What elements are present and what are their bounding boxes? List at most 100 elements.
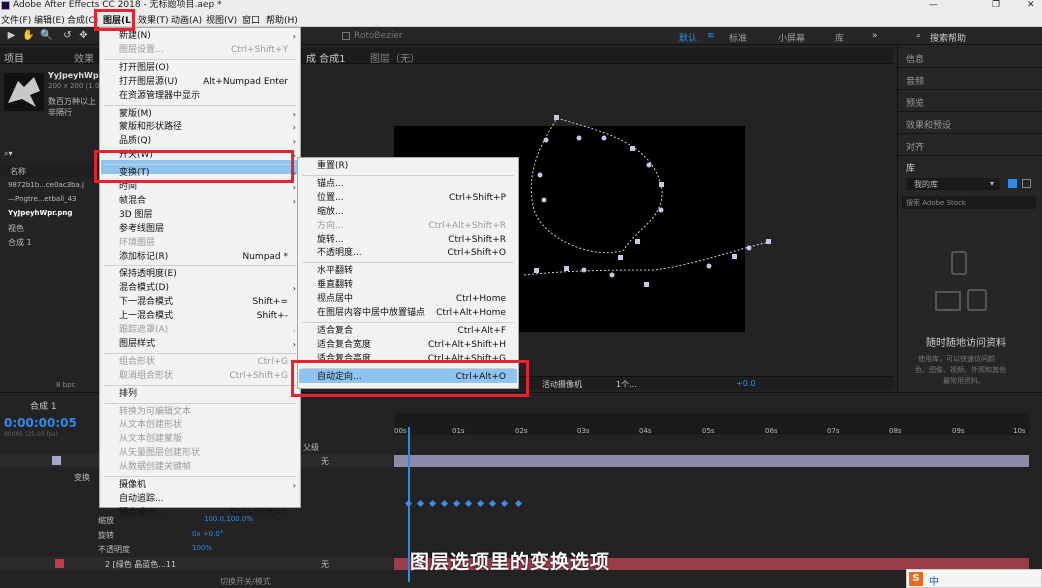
transform-menu-item-10[interactable]: 在图层内容中居中放置锚点 Ctrl+Alt+Home (298, 307, 518, 320)
layer-menu-item-29[interactable]: 从数据创建关键帧 (100, 461, 300, 474)
transform-menu-item-14[interactable]: 自动定向... Ctrl+Alt+O (298, 371, 518, 384)
prop-opacity-value[interactable]: 100% (192, 544, 212, 552)
layer-menu-item-16[interactable]: 保持透明度(E) (100, 268, 300, 281)
camera-select[interactable]: 活动摄像机 (542, 379, 582, 390)
workspace-standard[interactable]: 标准 (729, 31, 747, 44)
transform-menu-item-13[interactable]: 适合复合高度 Ctrl+Alt+Shift+G (298, 353, 518, 366)
transform-menu-item-1[interactable]: 锚点... (298, 178, 518, 191)
selection-tool-icon[interactable]: ▶ (6, 30, 17, 41)
transform-menu-item-11[interactable]: 适合复合 Ctrl+Alt+F (298, 325, 518, 338)
layer-parent-select[interactable]: 无 (321, 456, 329, 467)
list-view-icon[interactable] (1022, 179, 1031, 188)
project-item-file-1[interactable]: 9872b1b...ce0ac3ba.j (8, 181, 84, 189)
layer-menu-item-3[interactable]: 打开图层源(U) Alt+Numpad Enter (100, 76, 300, 89)
layer-menu-item-23[interactable]: 取消组合形状 Ctrl+Shift+G (100, 370, 300, 383)
bit-depth-label[interactable]: 8 bpc (56, 381, 75, 389)
panel-library[interactable]: 库 (906, 161, 915, 174)
menu-window[interactable]: 窗口 (242, 13, 260, 26)
layer-menu-item-13[interactable]: 参考线图层 (100, 223, 300, 236)
prop-rotation-value[interactable]: 0x +0.0° (192, 530, 223, 538)
close-icon[interactable]: ✕ (1027, 0, 1035, 11)
menu-animation[interactable]: 动画(A) (171, 13, 202, 26)
project-search-icon[interactable]: ⌕▾ (4, 149, 13, 159)
zoom-tool-icon[interactable]: 🔍 (40, 30, 52, 41)
transform-menu-item-12[interactable]: 适合复合宽度 Ctrl+Alt+Shift+H (298, 339, 518, 352)
layer-menu-item-24[interactable]: 排列 › (100, 388, 300, 401)
layer-menu-item-7[interactable]: 品质(Q) › (100, 135, 300, 148)
search-help-input[interactable]: 搜索帮助 (930, 31, 966, 44)
layer-menu-item-28[interactable]: 从矢量图层创建形状 (100, 447, 300, 460)
layer-menu-item-26[interactable]: 从文本创建形状 (100, 419, 300, 432)
rotobezier-checkbox[interactable] (342, 32, 350, 40)
transform-menu-item-7[interactable]: 水平翻转 (298, 265, 518, 278)
panel-info[interactable]: 信息 (906, 52, 924, 65)
transform-menu-item-2[interactable]: 位置... Ctrl+Shift+P (298, 192, 518, 205)
layer-2-name[interactable]: 2 [绿色 晶蓝色...11 (105, 559, 176, 570)
workspace-library[interactable]: 库 (835, 31, 844, 44)
anchor-tool-icon[interactable]: ✥ (78, 30, 89, 41)
transform-menu-item-9[interactable]: 视点居中 Ctrl+Home (298, 293, 518, 306)
layer-row-2[interactable]: 2 [绿色 晶蓝色...11 无 (0, 557, 393, 570)
time-ruler[interactable]: 00s 01s 02s 03s 04s 05s 06s 07s 08s 09s … (394, 413, 1029, 435)
rotate-tool-icon[interactable]: ↺ (62, 30, 73, 41)
layer-menu-item-18[interactable]: 下一混合模式 Shift+= (100, 296, 300, 309)
layer-menu-item-31[interactable]: 自动追踪... (100, 493, 300, 506)
tab-timeline-comp[interactable]: 合成 1 (30, 399, 57, 412)
view-count-select[interactable]: 1个... (616, 379, 637, 390)
current-timecode[interactable]: 0:00:00:05 (4, 416, 77, 430)
layer-menu-item-22[interactable]: 组合形状 Ctrl+G (100, 356, 300, 369)
maximize-icon[interactable]: ❐ (992, 0, 1000, 11)
layer-menu-item-0[interactable]: 新建(N) › (100, 30, 300, 43)
layer-menu-item-30[interactable]: 摄像机 › (100, 479, 300, 492)
layer-menu-item-4[interactable]: 在资源管理器中显示 (100, 90, 300, 103)
layer-menu-item-1[interactable]: 图层设置... Ctrl+Shift+Y (100, 44, 300, 57)
layer-menu-item-11[interactable]: 帧混合 › (100, 195, 300, 208)
transform-menu-item-4[interactable]: 方向... Ctrl+Alt+Shift+R (298, 220, 518, 233)
transform-group[interactable]: 变换 (74, 472, 90, 483)
stock-search-input[interactable]: 搜索 Adobe Stock (902, 196, 1036, 209)
layer-menu-item-25[interactable]: 转换为可编辑文本 (100, 406, 300, 419)
layer-menu-item-5[interactable]: 蒙版(M) › (100, 108, 300, 121)
layer-menu-item-9[interactable]: 变换(T) › (100, 167, 300, 180)
layer-menu-item-15[interactable]: 添加标记(R) Numpad * (100, 251, 300, 264)
layer-menu-item-17[interactable]: 混合模式(D) › (100, 282, 300, 295)
minimize-icon[interactable]: — (929, 0, 938, 11)
transform-menu-item-8[interactable]: 垂直翻转 (298, 279, 518, 292)
ime-mode[interactable]: 中 (929, 573, 939, 588)
menu-layer[interactable]: 图层(L) (103, 13, 135, 26)
tab-effects[interactable]: 效果 (74, 50, 94, 65)
transform-menu-item-6[interactable]: 不透明度... Ctrl+Shift+O (298, 247, 518, 260)
layer-menu-item-32[interactable]: 预合成(P)... Ctrl+Shift+C (100, 507, 300, 520)
layer-menu-item-12[interactable]: 3D 图层 (100, 209, 300, 222)
panel-preview[interactable]: 预览 (906, 96, 924, 109)
layer-2-parent-select[interactable]: 无 (321, 559, 329, 570)
layer-menu-item-19[interactable]: 上一混合模式 Shift+- (100, 310, 300, 323)
layer-menu-item-6[interactable]: 蒙版和形状路径 › (100, 121, 300, 134)
more-workspaces-icon[interactable]: » (872, 31, 878, 41)
tab-project[interactable]: 项目 (4, 50, 24, 65)
workspace-menu-icon[interactable]: ≡ (707, 31, 715, 41)
workspace-default[interactable]: 默认 (679, 31, 697, 44)
layer-menu-item-20[interactable]: 跟踪遮罩(A) › (100, 324, 300, 337)
transform-menu-item-3[interactable]: 缩放... (298, 206, 518, 219)
project-item-file-3[interactable]: YyJpeyhWpr.png (8, 209, 72, 217)
library-select[interactable]: 我的库 ▾ (906, 178, 1000, 190)
exposure-value[interactable]: +0.0 (736, 379, 755, 388)
menu-composition[interactable]: 合成(C) (67, 13, 98, 26)
layer-color-label[interactable] (52, 456, 61, 465)
workspace-small-screen[interactable]: 小屏幕 (778, 31, 805, 44)
layer-menu-item-10[interactable]: 时间 › (100, 181, 300, 194)
transform-menu-item-5[interactable]: 旋转... Ctrl+Shift+R (298, 234, 518, 247)
layer-1-duration-bar[interactable] (394, 455, 1029, 467)
grid-view-icon[interactable] (1008, 179, 1017, 188)
project-item-folder[interactable]: 视色 (8, 223, 24, 234)
layer-menu-item-2[interactable]: 打开图层(O) (100, 62, 300, 75)
project-item-comp[interactable]: 合成 1 (8, 237, 32, 248)
ime-toolbar[interactable]: S 中 (906, 569, 1042, 588)
menu-help[interactable]: 帮助(H) (266, 13, 298, 26)
menu-file[interactable]: 文件(F) (1, 13, 31, 26)
project-item-file-2[interactable]: —Pngtre...etball_43 (8, 195, 77, 203)
panel-audio[interactable]: 音频 (906, 74, 924, 87)
layer-menu-item-14[interactable]: 环境图层 (100, 237, 300, 250)
tab-layer[interactable]: 图层（无） (370, 50, 420, 65)
